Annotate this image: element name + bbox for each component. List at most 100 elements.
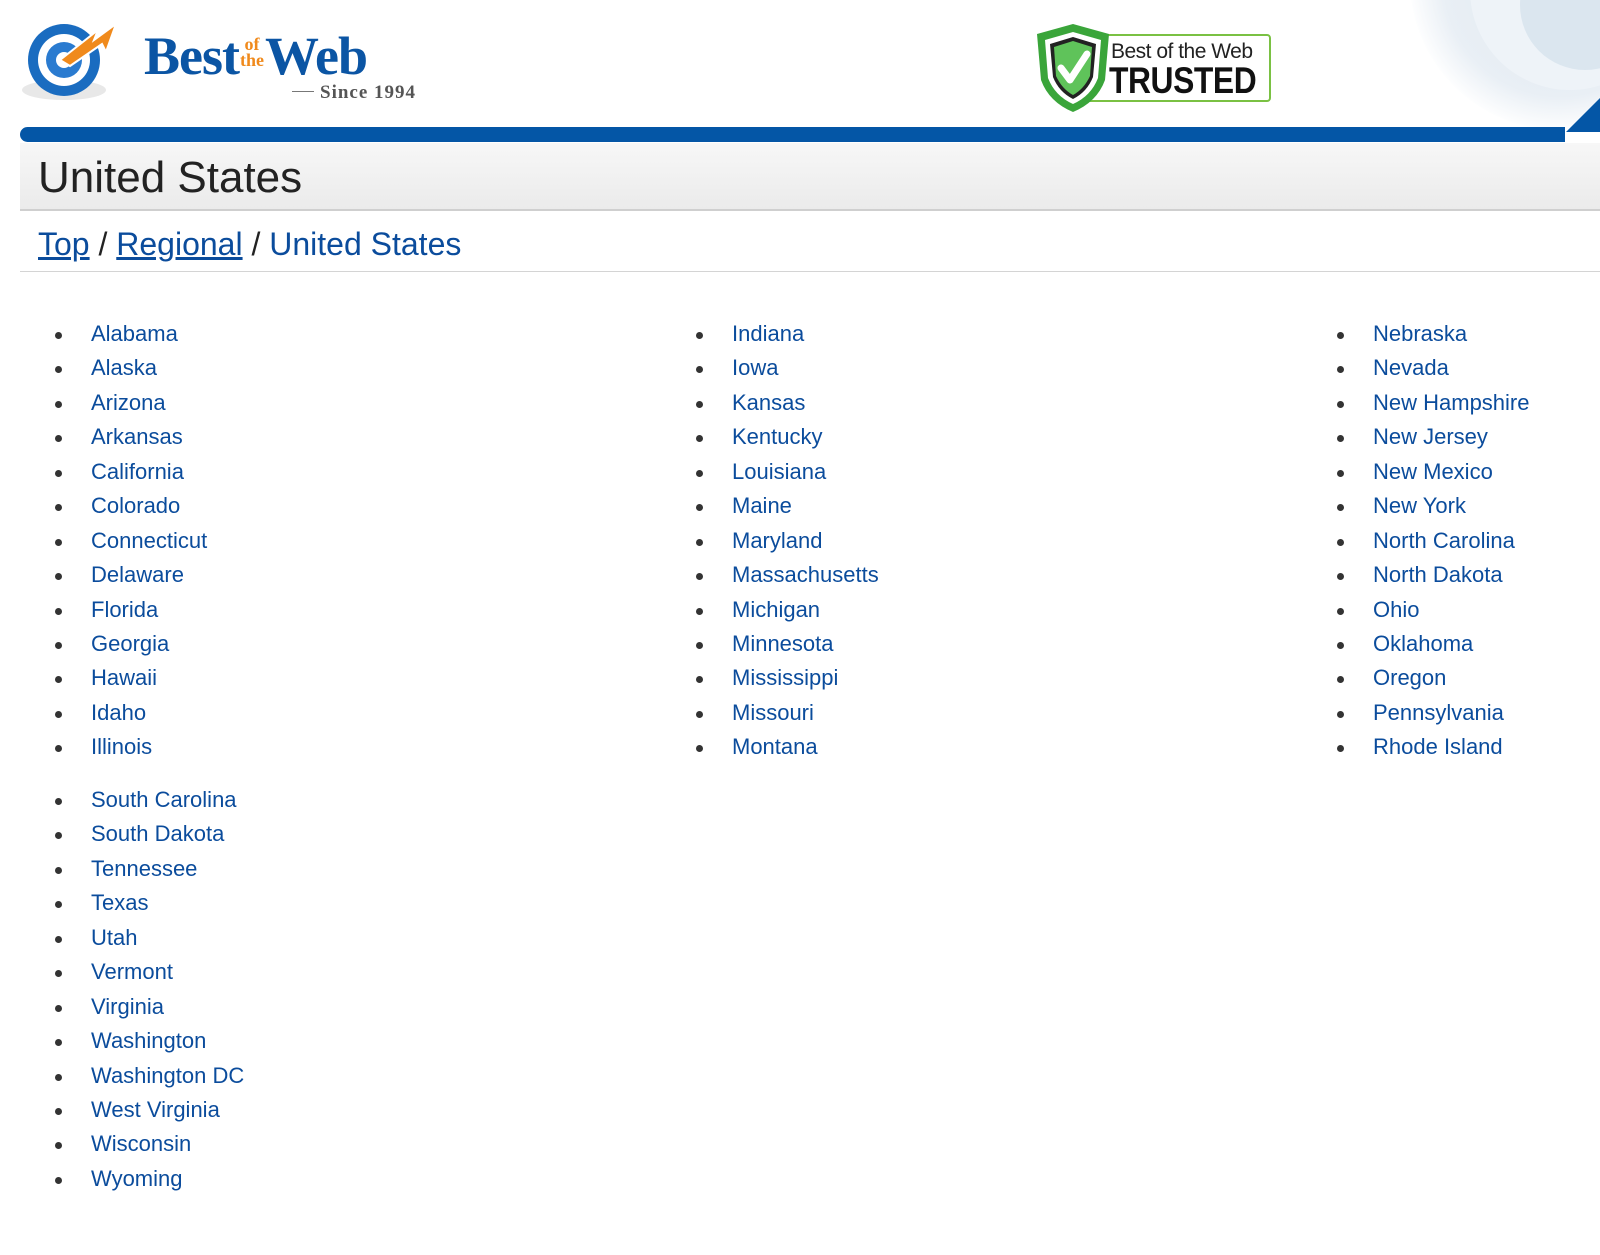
state-list-item: Alaska: [38, 351, 207, 385]
state-link[interactable]: Kentucky: [732, 424, 823, 449]
state-link[interactable]: Georgia: [91, 631, 169, 656]
state-link[interactable]: Hawaii: [91, 665, 157, 690]
state-link[interactable]: New Mexico: [1373, 459, 1493, 484]
state-list-item: West Virginia: [38, 1093, 244, 1127]
state-link[interactable]: Colorado: [91, 493, 180, 518]
bullet-icon: [696, 607, 703, 615]
state-link[interactable]: Mississippi: [732, 665, 838, 690]
state-link[interactable]: Illinois: [91, 734, 152, 759]
bullet-icon: [696, 710, 703, 718]
state-list-item: Utah: [38, 921, 244, 955]
state-list-item: Idaho: [38, 696, 207, 730]
state-list-column-2: Indiana Iowa Kansas Kentucky Louisiana Maine M…: [679, 317, 879, 765]
state-link[interactable]: Indiana: [732, 321, 804, 346]
state-link[interactable]: Alabama: [91, 321, 178, 346]
bullet-icon: [696, 400, 703, 408]
state-list-item: Oregon: [1320, 661, 1530, 695]
state-list-item: Wisconsin: [38, 1127, 244, 1161]
site-logo[interactable]: Best of the Web Since 1994: [20, 14, 440, 114]
site-header: Best of the Web Since 1994 Best of the Web …: [0, 0, 1600, 145]
logo-word-web: Web: [264, 26, 368, 86]
state-link[interactable]: New Jersey: [1373, 424, 1488, 449]
state-link[interactable]: Wyoming: [91, 1166, 183, 1191]
bullet-icon: [696, 366, 703, 374]
state-list-column-4: South Carolina South Dakota Tennessee Texas…: [38, 783, 244, 1196]
state-link[interactable]: Massachusetts: [732, 562, 879, 587]
bullet-icon: [1337, 676, 1344, 684]
bullet-icon: [696, 538, 703, 546]
state-link[interactable]: New York: [1373, 493, 1466, 518]
bullet-icon: [55, 1142, 62, 1150]
bullet-icon: [696, 745, 703, 753]
state-link[interactable]: South Dakota: [91, 821, 224, 846]
state-link[interactable]: Idaho: [91, 700, 146, 725]
breadcrumb-separator: /: [251, 226, 261, 262]
state-link[interactable]: Washington: [91, 1028, 206, 1053]
state-link[interactable]: Connecticut: [91, 528, 207, 553]
bullet-icon: [55, 538, 62, 546]
state-link[interactable]: Arkansas: [91, 424, 183, 449]
state-link[interactable]: Florida: [91, 597, 158, 622]
state-link[interactable]: Tennessee: [91, 856, 197, 881]
bullet-icon: [55, 710, 62, 718]
state-list-item: Virginia: [38, 990, 244, 1024]
state-link[interactable]: Delaware: [91, 562, 184, 587]
state-link[interactable]: Nevada: [1373, 355, 1449, 380]
state-link[interactable]: West Virginia: [91, 1097, 220, 1122]
breadcrumb-top[interactable]: Top: [38, 226, 90, 262]
state-link[interactable]: Minnesota: [732, 631, 834, 656]
bullet-icon: [696, 435, 703, 443]
bullet-icon: [55, 469, 62, 477]
state-link[interactable]: Texas: [91, 890, 148, 915]
bullet-icon: [55, 366, 62, 374]
logo-wordmark: Best of the Web: [144, 26, 368, 86]
state-link[interactable]: Louisiana: [732, 459, 826, 484]
state-link[interactable]: Wisconsin: [91, 1131, 191, 1156]
bullet-icon: [1337, 538, 1344, 546]
state-list-item: Indiana: [679, 317, 879, 351]
state-link[interactable]: Montana: [732, 734, 818, 759]
state-link[interactable]: New Hampshire: [1373, 390, 1530, 415]
state-link[interactable]: Ohio: [1373, 597, 1419, 622]
state-link[interactable]: South Carolina: [91, 787, 237, 812]
state-link[interactable]: Alaska: [91, 355, 157, 380]
bullet-icon: [55, 1176, 62, 1184]
state-list-item: Alabama: [38, 317, 207, 351]
state-link[interactable]: Nebraska: [1373, 321, 1467, 346]
bullet-icon: [1337, 504, 1344, 512]
state-link[interactable]: North Dakota: [1373, 562, 1503, 587]
state-link[interactable]: Kansas: [732, 390, 805, 415]
state-list-item: South Dakota: [38, 817, 244, 851]
badge-line2: TRUSTED: [1109, 60, 1257, 101]
state-link[interactable]: Maryland: [732, 528, 822, 553]
state-link[interactable]: Rhode Island: [1373, 734, 1503, 759]
state-list-item: Delaware: [38, 558, 207, 592]
state-link[interactable]: Oklahoma: [1373, 631, 1473, 656]
logo-of-the: of the: [239, 34, 264, 70]
state-link[interactable]: Arizona: [91, 390, 166, 415]
bullet-icon: [696, 332, 703, 339]
bullet-icon: [696, 469, 703, 477]
bullet-icon: [55, 435, 62, 443]
state-link[interactable]: Washington DC: [91, 1063, 244, 1088]
state-link[interactable]: Virginia: [91, 994, 164, 1019]
state-link[interactable]: Vermont: [91, 959, 173, 984]
bullet-icon: [55, 607, 62, 615]
state-link[interactable]: Iowa: [732, 355, 778, 380]
state-link[interactable]: Maine: [732, 493, 792, 518]
state-link[interactable]: Michigan: [732, 597, 820, 622]
state-list-item: Washington: [38, 1024, 244, 1058]
state-link[interactable]: Missouri: [732, 700, 814, 725]
breadcrumb-regional[interactable]: Regional: [116, 226, 242, 262]
bullet-icon: [55, 901, 62, 909]
bullet-icon: [55, 745, 62, 753]
shield-check-icon: [1037, 24, 1109, 112]
state-link[interactable]: California: [91, 459, 184, 484]
state-link[interactable]: Pennsylvania: [1373, 700, 1504, 725]
state-link[interactable]: North Carolina: [1373, 528, 1515, 553]
bullet-icon: [1337, 745, 1344, 753]
trusted-badge[interactable]: Best of the Web TRUSTED: [1033, 22, 1273, 114]
state-list-item: Tennessee: [38, 852, 244, 886]
state-link[interactable]: Utah: [91, 925, 137, 950]
state-link[interactable]: Oregon: [1373, 665, 1446, 690]
